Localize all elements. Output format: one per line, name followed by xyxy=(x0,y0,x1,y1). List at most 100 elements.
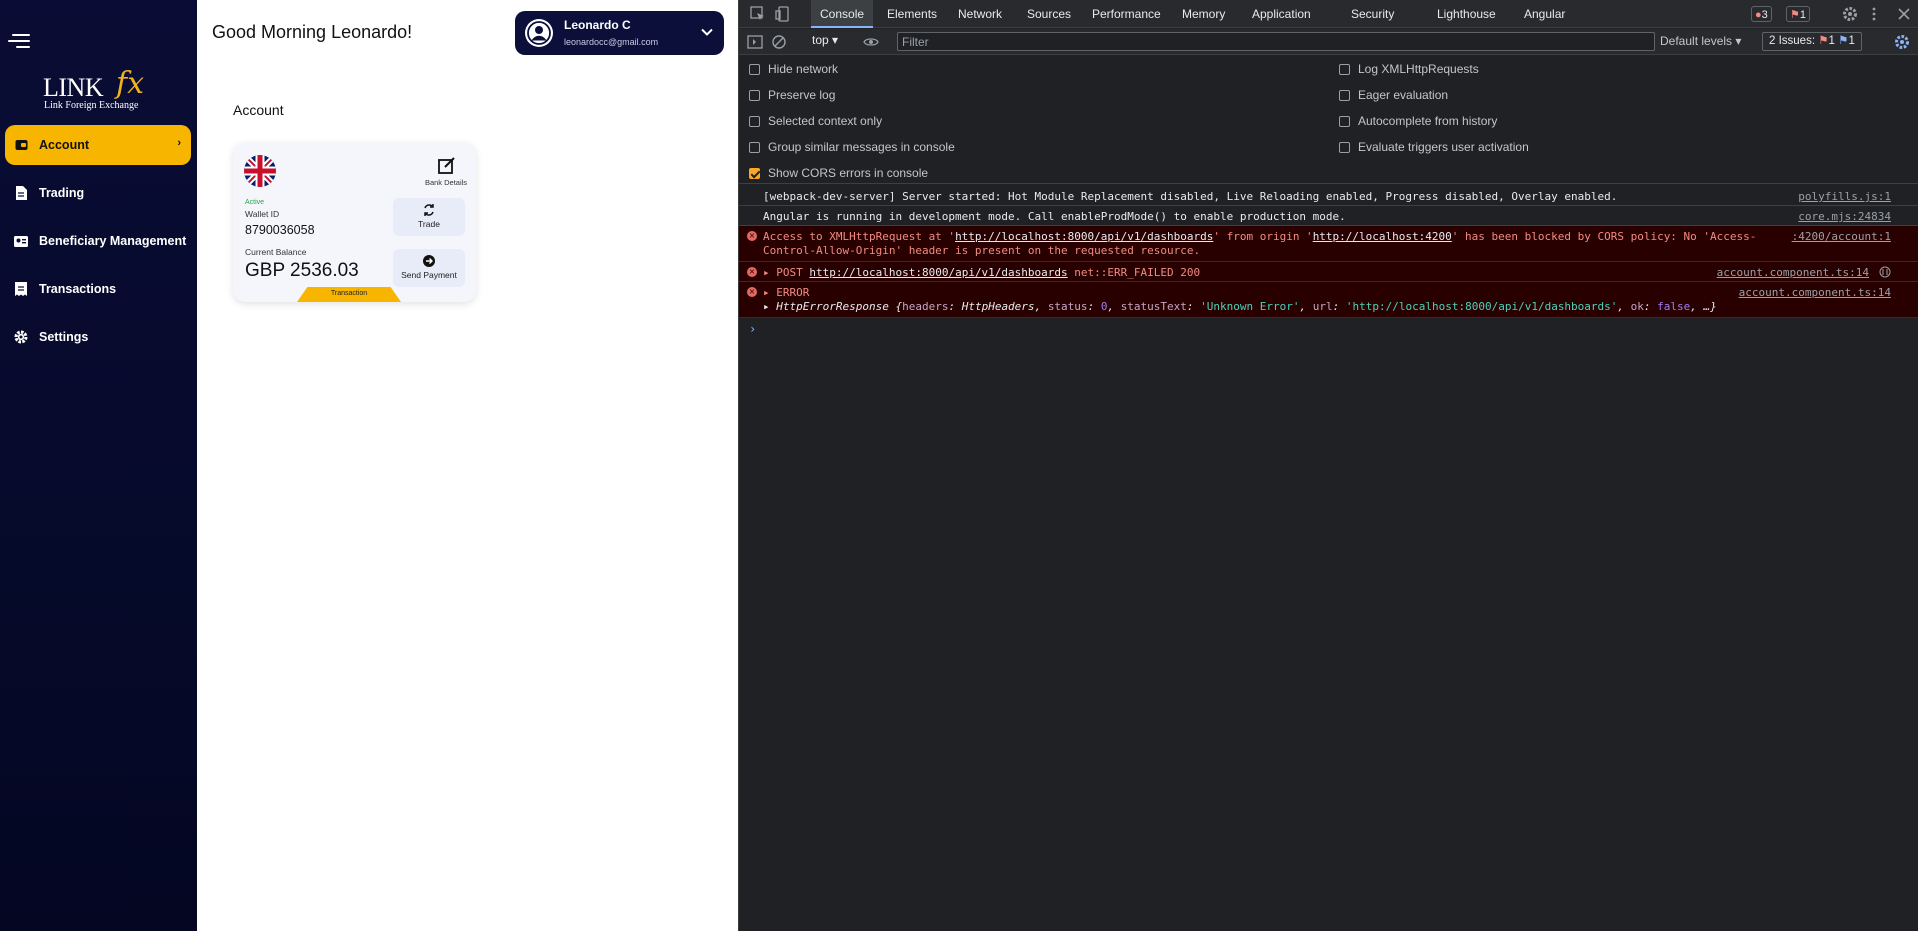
setting-label: Evaluate triggers user activation xyxy=(1358,140,1529,154)
inspect-element-icon[interactable] xyxy=(750,6,766,22)
message-source-link[interactable]: core.mjs:24834 xyxy=(1798,210,1891,223)
context-select[interactable]: top ▾ xyxy=(812,33,838,47)
send-payment-button[interactable]: Send Payment xyxy=(393,249,465,287)
device-toolbar-icon[interactable] xyxy=(775,6,791,22)
console-settings-gear-icon[interactable] xyxy=(1894,34,1910,50)
message-source-link[interactable]: account.component.ts:14 xyxy=(1717,266,1869,279)
message-source-link[interactable]: polyfills.js:1 xyxy=(1798,190,1891,203)
sidebar-item-settings[interactable]: Settings xyxy=(5,317,191,357)
console-prompt[interactable]: › xyxy=(749,322,756,336)
message-url-link[interactable]: http://localhost:4200 xyxy=(1313,230,1452,243)
balance-value: GBP 2536.03 xyxy=(245,260,359,281)
send-icon xyxy=(423,255,435,267)
setting-show-cors-errors[interactable]: Show CORS errors in console xyxy=(749,166,928,180)
checkbox[interactable] xyxy=(1339,141,1350,153)
message-source-link[interactable]: account.component.ts:14 xyxy=(1739,286,1891,299)
balance-label: Current Balance xyxy=(245,247,307,257)
log-levels-dropdown[interactable]: Default levels ▾ xyxy=(1660,34,1741,48)
hamburger-menu-icon[interactable] xyxy=(8,30,30,52)
issues-button[interactable]: 2 Issues: ⚑1 ⚑1 xyxy=(1762,32,1862,51)
setting-label: Preserve log xyxy=(768,88,836,102)
bank-details-label: Bank Details xyxy=(424,178,468,187)
settings-gear-icon[interactable] xyxy=(1842,6,1858,22)
setting-label: Group similar messages in console xyxy=(768,140,955,154)
setting-hide-network[interactable]: Hide network xyxy=(749,62,838,76)
wallet-id-label: Wallet ID xyxy=(245,209,280,219)
sidebar-item-beneficiary-management[interactable]: Beneficiary Management xyxy=(5,221,191,261)
sidebar-toggle-icon[interactable] xyxy=(747,34,763,50)
message-text[interactable]: ▸ POST http://localhost:8000/api/v1/dash… xyxy=(763,266,1200,279)
user-menu-button[interactable]: Leonardo C leonardocc@gmail.com xyxy=(515,11,724,55)
checkbox[interactable] xyxy=(749,115,760,127)
devtools-panel: Console Elements Network Sources Perform… xyxy=(738,0,1918,931)
issue-errors-count: 1 xyxy=(1828,35,1835,47)
live-expression-eye-icon[interactable] xyxy=(863,34,879,50)
checkbox[interactable] xyxy=(749,63,760,75)
tab-security[interactable]: Security xyxy=(1351,0,1394,28)
logo-accent: fx xyxy=(116,66,145,101)
message-text[interactable]: ▸ ERROR xyxy=(763,286,809,299)
user-name: Leonardo C xyxy=(564,18,631,32)
setting-evaluate-triggers[interactable]: Evaluate triggers user activation xyxy=(1339,140,1529,154)
filter-input[interactable] xyxy=(897,32,1655,51)
setting-label: Autocomplete from history xyxy=(1358,114,1498,128)
checkbox[interactable] xyxy=(1339,63,1350,75)
logo-tagline: Link Foreign Exchange xyxy=(44,100,139,111)
setting-label: Log XMLHttpRequests xyxy=(1358,62,1479,76)
tab-network[interactable]: Network xyxy=(958,0,1002,28)
log-levels-label: Default levels xyxy=(1660,34,1733,48)
sidebar-item-trading[interactable]: Trading xyxy=(5,173,191,213)
wallet-icon xyxy=(14,138,28,152)
error-count-badge[interactable]: ●3 xyxy=(1751,6,1772,22)
setting-eager-evaluation[interactable]: Eager evaluation xyxy=(1339,88,1448,102)
network-request-icon[interactable] xyxy=(1879,266,1891,278)
clear-console-icon[interactable] xyxy=(771,34,787,50)
checkbox[interactable] xyxy=(749,167,760,179)
transaction-tab[interactable]: Transaction xyxy=(297,287,401,302)
setting-log-xhr[interactable]: Log XMLHttpRequests xyxy=(1339,62,1479,76)
checkbox[interactable] xyxy=(749,141,760,153)
tab-elements[interactable]: Elements xyxy=(887,0,937,28)
setting-autocomplete-history[interactable]: Autocomplete from history xyxy=(1339,114,1497,128)
logo-text: LINK xyxy=(43,73,104,102)
setting-preserve-log[interactable]: Preserve log xyxy=(749,88,835,102)
issue-count-badge[interactable]: ⚑1 xyxy=(1786,6,1810,22)
checkbox[interactable] xyxy=(1339,89,1350,101)
message-source-link[interactable]: :4200/account:1 xyxy=(1792,230,1891,243)
send-payment-label: Send Payment xyxy=(401,270,457,280)
console-message-error: × Access to XMLHttpRequest at 'http://lo… xyxy=(739,226,1918,262)
tab-console[interactable]: Console xyxy=(811,0,874,28)
console-message-error: × ▸ POST http://localhost:8000/api/v1/da… xyxy=(739,262,1918,282)
caret-down-icon: ▾ xyxy=(1735,34,1742,48)
trade-button[interactable]: Trade xyxy=(393,198,465,236)
exchange-arrows-icon xyxy=(424,204,434,216)
tab-lighthouse[interactable]: Lighthouse xyxy=(1437,0,1496,28)
close-icon[interactable] xyxy=(1896,6,1912,22)
section-title: Account xyxy=(233,102,284,118)
tab-sources[interactable]: Sources xyxy=(1027,0,1071,28)
sidebar-item-account[interactable]: Account › xyxy=(5,125,191,165)
issue-infos-count: 1 xyxy=(1848,35,1855,47)
message-url-link[interactable]: http://localhost:8000/api/v1/dashboards xyxy=(955,230,1213,243)
more-options-icon[interactable] xyxy=(1866,6,1882,22)
sidebar-item-transactions[interactable]: Transactions xyxy=(5,269,191,309)
tab-application[interactable]: Application xyxy=(1252,0,1311,28)
link-fx-logo: LINK fx Link Foreign Exchange xyxy=(40,66,160,116)
setting-label: Show CORS errors in console xyxy=(768,166,929,180)
tab-performance[interactable]: Performance xyxy=(1092,0,1161,28)
context-value: top xyxy=(812,33,829,47)
checkbox[interactable] xyxy=(749,89,760,101)
tab-angular[interactable]: Angular xyxy=(1524,0,1565,28)
message-url-link[interactable]: http://localhost:8000/api/v1/dashboards xyxy=(809,266,1067,279)
error-object-preview[interactable]: ▸ HttpErrorResponse {headers: HttpHeader… xyxy=(763,300,1717,313)
setting-label: Selected context only xyxy=(768,114,883,128)
tab-memory[interactable]: Memory xyxy=(1182,0,1225,28)
bank-details-button[interactable]: Bank Details xyxy=(423,155,469,187)
setting-group-similar[interactable]: Group similar messages in console xyxy=(749,140,955,154)
checkbox[interactable] xyxy=(1339,115,1350,127)
setting-selected-context-only[interactable]: Selected context only xyxy=(749,114,882,128)
error-dot-icon: ● xyxy=(1755,9,1762,21)
caret-down-icon: ▾ xyxy=(832,33,839,47)
receipt-icon xyxy=(14,282,28,296)
edit-icon xyxy=(438,157,455,174)
